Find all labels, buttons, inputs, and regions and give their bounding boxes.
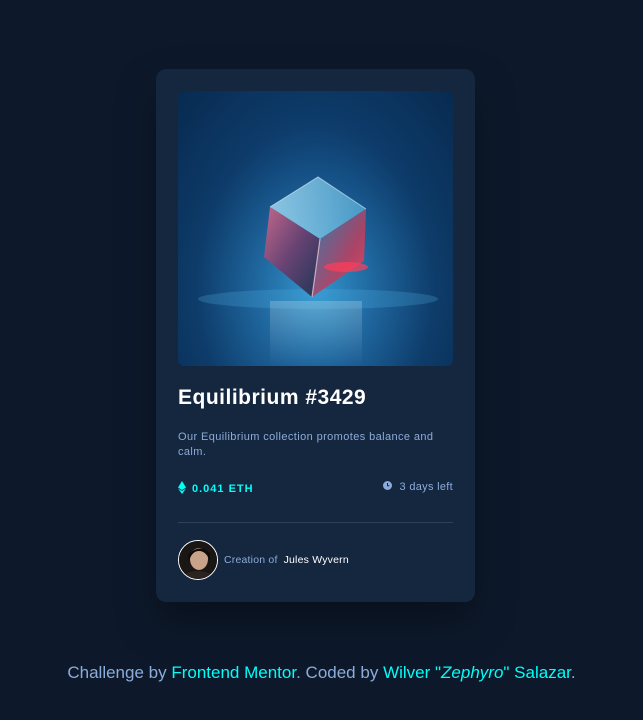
author-link[interactable]: Wilver "Zephyro" Salazar: [383, 663, 571, 682]
time-left-value: 3 days left: [399, 481, 453, 493]
creator-info: Creation of Jules Wyvern: [178, 540, 349, 580]
crystal-cube-image: [178, 91, 453, 366]
creator-name-link[interactable]: Jules Wyvern: [284, 554, 349, 566]
avatar: [178, 540, 218, 580]
ethereum-icon: [178, 481, 186, 497]
attribution: Challenge by Frontend Mentor. Coded by W…: [0, 663, 643, 683]
attribution-suffix: .: [570, 663, 576, 682]
creator-prefix: Creation of: [224, 554, 278, 566]
nft-description: Our Equilibrium collection promotes bala…: [178, 431, 434, 458]
time-info: 3 days left: [382, 481, 453, 493]
frontend-mentor-link[interactable]: Frontend Mentor: [171, 663, 296, 682]
nft-title[interactable]: Equilibrium #3429: [178, 386, 366, 410]
price-value: 0.041 ETH: [192, 483, 254, 495]
author-last: " Salazar: [503, 663, 571, 682]
author-first: Wilver ": [383, 663, 442, 682]
nft-card: Equilibrium #3429 Our Equilibrium collec…: [156, 69, 475, 602]
clock-icon: [382, 481, 392, 493]
attribution-prefix: Challenge by: [67, 663, 167, 682]
attribution-middle: . Coded by: [296, 663, 379, 682]
author-nick: Zephyro: [441, 663, 504, 682]
nft-image[interactable]: [178, 91, 453, 366]
price-info: 0.041 ETH: [178, 481, 254, 497]
divider: [178, 522, 453, 523]
